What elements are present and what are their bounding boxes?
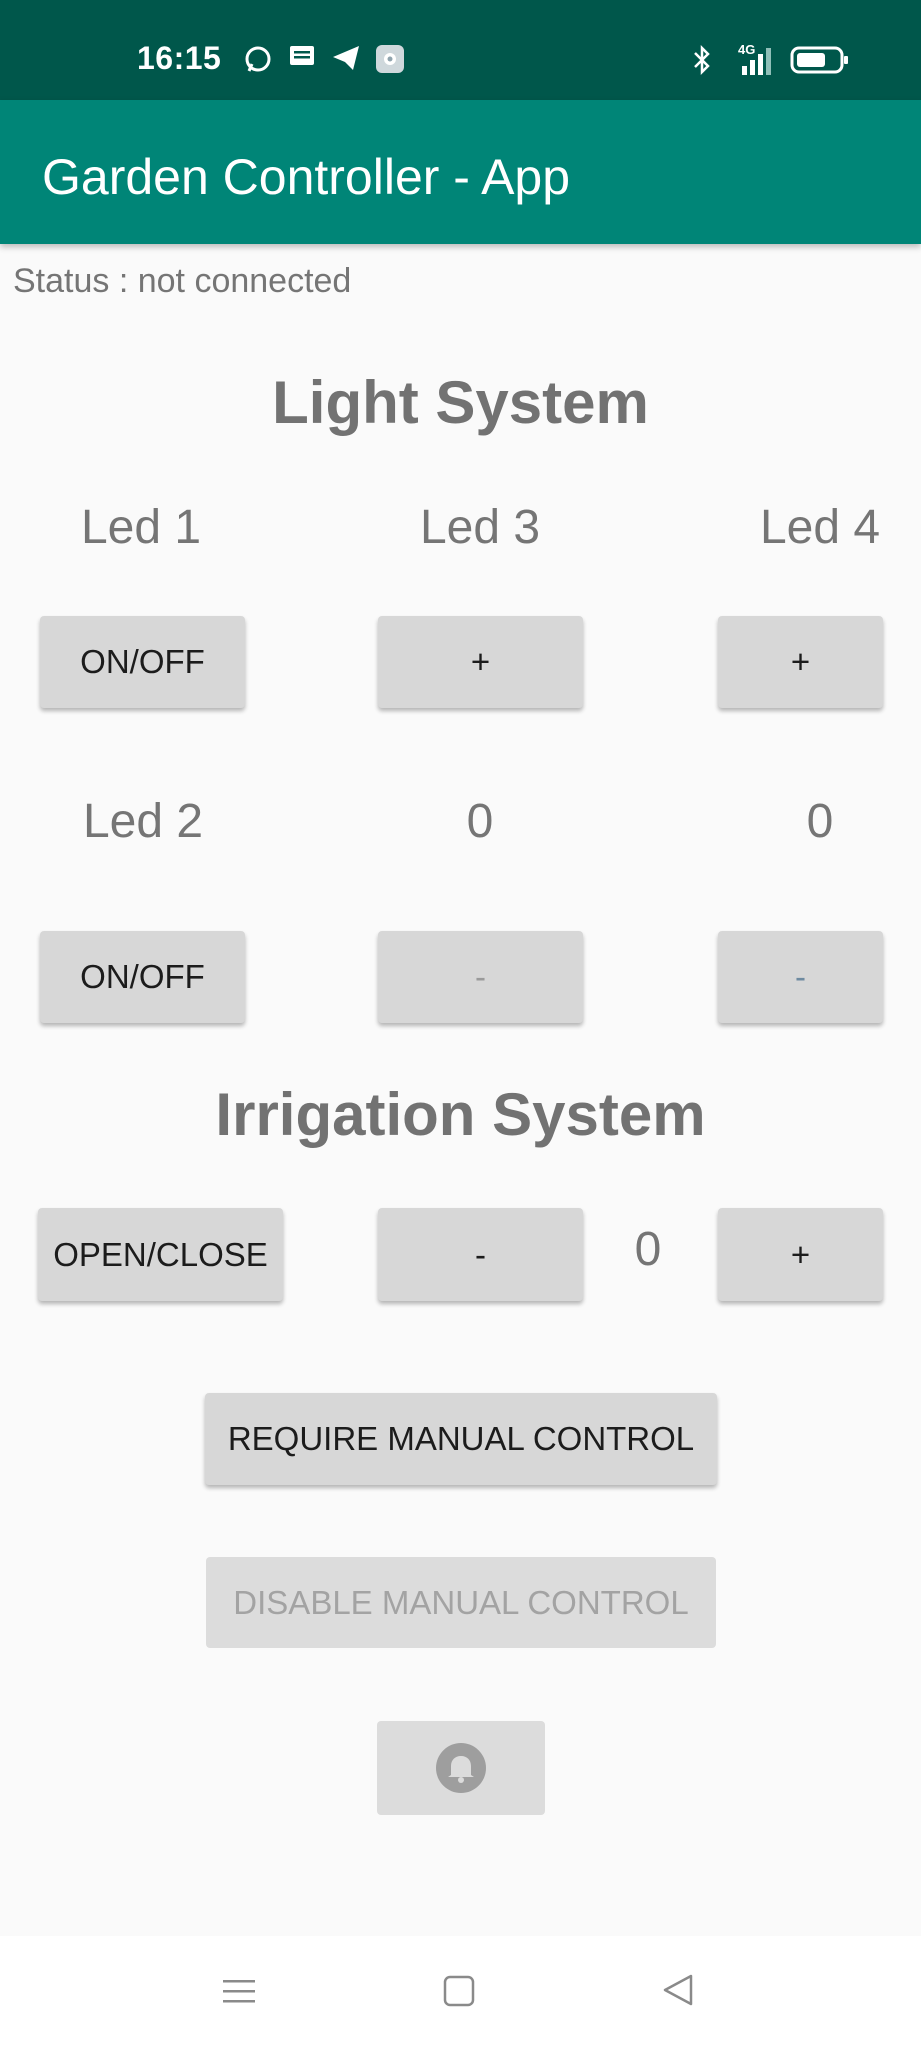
- settings-app-icon: [376, 45, 404, 73]
- led4-value: 0: [806, 795, 834, 848]
- bluetooth-icon: [694, 44, 710, 76]
- bell-icon: [436, 1743, 486, 1793]
- notification-button[interactable]: [377, 1721, 545, 1815]
- led3-label: Led 3: [419, 501, 541, 554]
- led2-label: Led 2: [82, 795, 204, 848]
- app-title: Garden Controller - App: [42, 149, 571, 205]
- connection-status: Status : not connected: [13, 262, 352, 300]
- battery-icon: [790, 46, 848, 74]
- irrigation-plus-button[interactable]: +: [718, 1208, 883, 1301]
- signal-4g-icon: 4G: [736, 42, 778, 76]
- open-close-button[interactable]: OPEN/CLOSE: [38, 1208, 283, 1301]
- message-icon: [290, 46, 314, 65]
- led3-minus-button[interactable]: -: [378, 931, 583, 1023]
- require-manual-control-button[interactable]: REQUIRE MANUAL CONTROL: [205, 1393, 717, 1485]
- back-icon[interactable]: [661, 1972, 695, 2008]
- home-icon[interactable]: [442, 1974, 476, 2008]
- whatsapp-icon: [245, 46, 271, 72]
- navigation-bar: [0, 1936, 921, 2048]
- light-system-title: Light System: [272, 369, 649, 436]
- led1-onoff-button[interactable]: ON/OFF: [40, 616, 245, 708]
- menu-icon[interactable]: [222, 1974, 256, 2008]
- status-bar: 16:15 4G: [0, 0, 921, 100]
- disable-manual-control-button[interactable]: DISABLE MANUAL CONTROL: [206, 1557, 716, 1648]
- led2-onoff-button[interactable]: ON/OFF: [40, 931, 245, 1023]
- led4-minus-button[interactable]: -: [718, 931, 883, 1023]
- led4-plus-button[interactable]: +: [718, 616, 883, 708]
- led3-value: 0: [466, 795, 494, 848]
- status-time: 16:15: [137, 40, 222, 76]
- app-bar: Garden Controller - App: [0, 100, 921, 244]
- led1-label: Led 1: [80, 501, 202, 554]
- led4-label: Led 4: [759, 501, 881, 554]
- led3-plus-button[interactable]: +: [378, 616, 583, 708]
- irrigation-system-title: Irrigation System: [215, 1081, 706, 1148]
- telegram-icon: [333, 46, 359, 70]
